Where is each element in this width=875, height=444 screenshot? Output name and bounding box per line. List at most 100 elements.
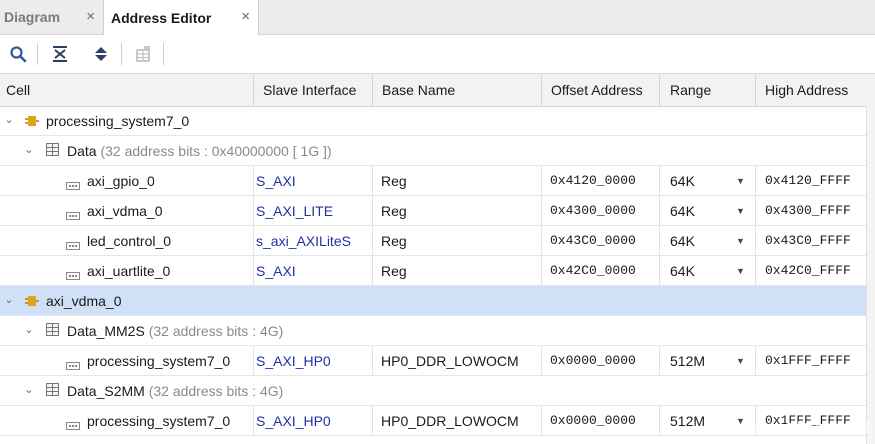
table-row[interactable]: axi_uartlite_0 S_AXI Reg 0x42C0_0000 64K… — [0, 256, 866, 286]
expand-toggle-icon[interactable]: ⌄ — [3, 112, 15, 126]
ip-block-icon — [25, 293, 39, 312]
column-header-cell[interactable]: Cell — [0, 74, 253, 106]
chevron-down-icon[interactable]: ▼ — [734, 196, 745, 225]
table-row[interactable]: processing_system7_0 S_AXI_HP0 HP0_DDR_L… — [0, 406, 866, 436]
toolbar-divider — [163, 43, 164, 65]
tab-bar: Diagram × Address Editor × — [0, 0, 875, 35]
tab-label: Address Editor — [111, 9, 212, 26]
cell-name: processing_system7_0 — [46, 112, 190, 129]
range-select[interactable]: 64K — [668, 256, 695, 285]
cell-name: axi_vdma_0 — [46, 292, 122, 309]
chevron-down-icon[interactable]: ▼ — [734, 346, 745, 375]
high-address: 0x42C0_FFFF — [765, 263, 851, 278]
expand-toggle-icon[interactable]: ⌄ — [3, 292, 15, 306]
offset-address[interactable]: 0x0000_0000 — [548, 406, 636, 435]
scrollbar-track[interactable] — [866, 106, 875, 444]
ip-block-icon — [25, 113, 39, 132]
address-space-note: (32 address bits : 4G) — [148, 322, 284, 339]
offset-address[interactable]: 0x42C0_0000 — [548, 256, 636, 285]
slave-interface[interactable]: S_AXI_HP0 — [254, 346, 331, 375]
base-name: HP0_DDR_LOWOCM — [381, 352, 519, 369]
close-icon[interactable]: × — [86, 9, 95, 25]
expand-toggle-icon[interactable]: ⌄ — [23, 142, 35, 156]
expand-all-icon — [95, 47, 107, 61]
base-name: Reg — [381, 262, 407, 279]
tree-row[interactable]: ⌄ Data_S2MM (32 address bits : 4G) — [0, 376, 866, 406]
table-header: Cell Slave Interface Base Name Offset Ad… — [0, 74, 875, 107]
base-name: Reg — [381, 232, 407, 249]
cell-name: Data_MM2S — [67, 322, 145, 339]
cell-name: Data — [67, 142, 97, 159]
watermark-text: CSDN @嵌入式-老费 — [738, 420, 871, 436]
offset-address[interactable]: 0x4120_0000 — [548, 166, 636, 195]
cell-name: processing_system7_0 — [87, 412, 231, 429]
address-space-icon — [46, 323, 59, 339]
range-select[interactable]: 64K — [668, 166, 695, 195]
range-select[interactable]: 64K — [668, 226, 695, 255]
address-segment-icon — [66, 237, 80, 253]
search-button[interactable] — [6, 42, 30, 66]
range-select[interactable]: 512M — [668, 406, 705, 435]
column-header-base-name[interactable]: Base Name — [372, 74, 541, 106]
chevron-down-icon[interactable]: ▼ — [734, 166, 745, 195]
high-address: 0x4300_FFFF — [765, 203, 851, 218]
tab-label: Diagram — [4, 9, 61, 25]
address-segment-icon — [66, 357, 80, 373]
collapse-all-icon — [53, 46, 67, 62]
slave-interface[interactable]: S_AXI_HP0 — [254, 406, 331, 435]
close-icon[interactable]: × — [241, 9, 250, 25]
cell-name: Data_S2MM — [67, 382, 145, 399]
chevron-down-icon[interactable]: ▼ — [734, 226, 745, 255]
column-header-high-address[interactable]: High Address — [755, 74, 875, 106]
address-space-icon — [46, 143, 59, 159]
address-segment-icon — [66, 417, 80, 433]
column-header-range[interactable]: Range — [659, 74, 755, 106]
high-address: 0x1FFF_FFFF — [765, 353, 851, 368]
tree-row[interactable]: ⌄ Data (32 address bits : 0x40000000 [ 1… — [0, 136, 866, 166]
column-header-offset-address[interactable]: Offset Address — [541, 74, 659, 106]
offset-address[interactable]: 0x0000_0000 — [548, 346, 636, 375]
table-row[interactable]: axi_vdma_0 S_AXI_LITE Reg 0x4300_0000 64… — [0, 196, 866, 226]
base-name: Reg — [381, 202, 407, 219]
expand-all-button[interactable] — [89, 42, 113, 66]
expand-toggle-icon[interactable]: ⌄ — [23, 322, 35, 336]
range-select[interactable]: 512M — [668, 346, 705, 375]
slave-interface[interactable]: s_axi_AXILiteS — [254, 226, 351, 255]
toolbar-divider — [121, 43, 122, 65]
address-segment-icon — [66, 267, 80, 283]
tab-diagram[interactable]: Diagram × — [0, 0, 103, 34]
slave-interface[interactable]: S_AXI — [254, 256, 296, 285]
cell-name: led_control_0 — [87, 232, 172, 249]
column-header-slave-interface[interactable]: Slave Interface — [253, 74, 372, 106]
range-select[interactable]: 64K — [668, 196, 695, 225]
tree-row[interactable]: ⌄ processing_system7_0 — [0, 106, 866, 136]
chevron-down-icon[interactable]: ▼ — [734, 256, 745, 285]
collapse-all-button[interactable] — [48, 42, 72, 66]
tab-address-editor[interactable]: Address Editor × — [103, 0, 259, 35]
cell-name: axi_gpio_0 — [87, 172, 155, 189]
address-segment-icon — [66, 207, 80, 223]
auto-assign-icon — [136, 46, 150, 62]
slave-interface[interactable]: S_AXI_LITE — [254, 196, 333, 225]
cell-name: axi_vdma_0 — [87, 202, 163, 219]
base-name: HP0_DDR_LOWOCM — [381, 412, 519, 429]
offset-address[interactable]: 0x4300_0000 — [548, 196, 636, 225]
table-row[interactable]: led_control_0 s_axi_AXILiteS Reg 0x43C0_… — [0, 226, 866, 256]
slave-interface[interactable]: S_AXI — [254, 166, 296, 195]
toolbar — [0, 35, 875, 74]
expand-toggle-icon[interactable]: ⌄ — [23, 382, 35, 396]
tree-row[interactable]: ⌄ axi_vdma_0 — [0, 286, 866, 316]
address-segment-icon — [66, 177, 80, 193]
address-space-note: (32 address bits : 0x40000000 [ 1G ]) — [100, 142, 332, 159]
base-name: Reg — [381, 172, 407, 189]
offset-address[interactable]: 0x43C0_0000 — [548, 226, 636, 255]
cell-name: processing_system7_0 — [87, 352, 231, 369]
table-row[interactable]: processing_system7_0 S_AXI_HP0 HP0_DDR_L… — [0, 346, 866, 376]
search-icon — [10, 46, 27, 63]
tree-row[interactable]: ⌄ Data_MM2S (32 address bits : 4G) — [0, 316, 866, 346]
auto-assign-button[interactable] — [131, 42, 155, 66]
cell-name: axi_uartlite_0 — [87, 262, 171, 279]
toolbar-divider — [37, 43, 38, 65]
table-row[interactable]: axi_gpio_0 S_AXI Reg 0x4120_0000 64K ▼ 0… — [0, 166, 866, 196]
address-space-icon — [46, 383, 59, 399]
